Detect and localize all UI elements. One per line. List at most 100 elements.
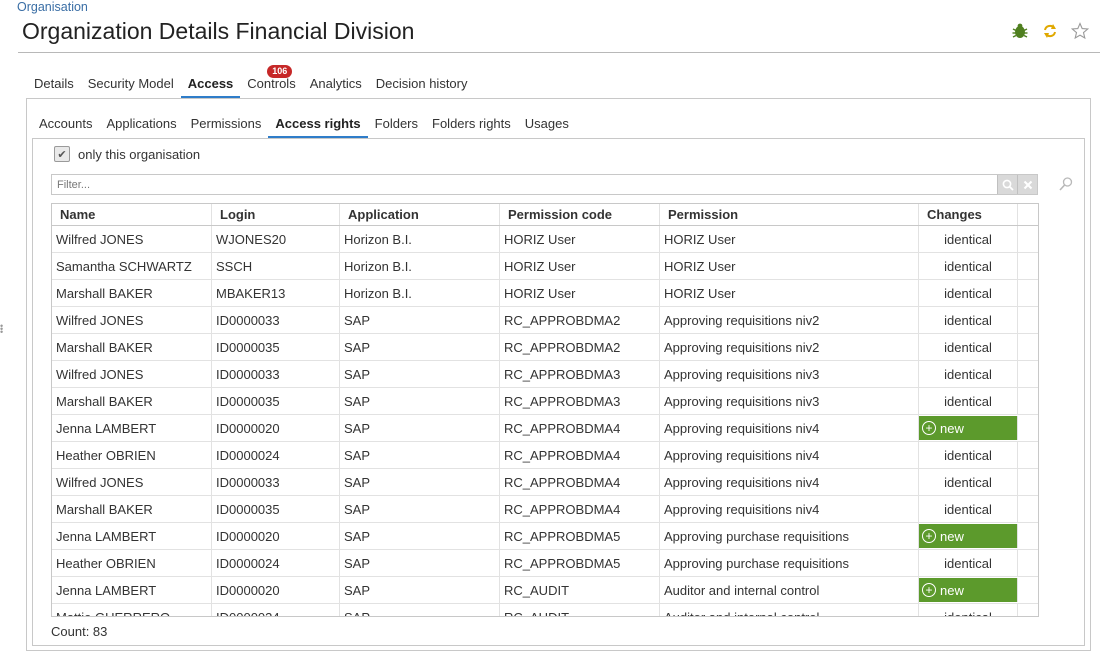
refresh-icon[interactable] bbox=[1040, 21, 1060, 41]
row-count: Count: 83 bbox=[51, 624, 108, 639]
cell-permission-code: HORIZ User bbox=[500, 253, 660, 279]
cell-permission: Approving purchase requisitions bbox=[660, 550, 919, 576]
cell-permission-code: RC_APPROBDMA2 bbox=[500, 334, 660, 360]
table-row[interactable]: Mattie GUERRERO ID0000034 SAP RC_AUDIT Audit… bbox=[52, 604, 1038, 616]
table-row[interactable]: Heather OBRIEN ID0000024 SAP RC_APPROBDMA4 A… bbox=[52, 442, 1038, 469]
cell-application: SAP bbox=[340, 469, 500, 495]
table-row[interactable]: Jenna LAMBERT ID0000020 SAP RC_APPROBDMA5 Ap… bbox=[52, 523, 1038, 550]
cell-permission: Approving purchase requisitions bbox=[660, 523, 919, 549]
cell-changes: identical bbox=[919, 226, 1018, 252]
table-row[interactable]: Marshall BAKER ID0000035 SAP RC_APPROBDMA3 A… bbox=[52, 388, 1038, 415]
column-header-login[interactable]: Login bbox=[212, 204, 340, 225]
tab-access[interactable]: Access bbox=[180, 72, 241, 99]
resize-handle[interactable]: • • • bbox=[0, 322, 3, 337]
tab-access-rights[interactable]: Access rights bbox=[268, 112, 368, 139]
cell-filler bbox=[1018, 442, 1038, 468]
table-row[interactable]: Wilfred JONES ID0000033 SAP RC_APPROBDMA3 Ap… bbox=[52, 361, 1038, 388]
tab-security-model[interactable]: Security Model bbox=[81, 72, 181, 98]
table-row[interactable]: Wilfred JONES ID0000033 SAP RC_APPROBDMA4 Ap… bbox=[52, 469, 1038, 496]
cell-permission-code: HORIZ User bbox=[500, 280, 660, 306]
cell-login: ID0000020 bbox=[212, 415, 340, 441]
cell-application: SAP bbox=[340, 334, 500, 360]
cell-login: ID0000035 bbox=[212, 388, 340, 414]
cell-permission: Approving requisitions niv3 bbox=[660, 388, 919, 414]
tab-details[interactable]: Details bbox=[27, 72, 81, 98]
cell-application: Horizon B.I. bbox=[340, 280, 500, 306]
cell-filler bbox=[1018, 307, 1038, 333]
cell-application: Horizon B.I. bbox=[340, 226, 500, 252]
only-org-option: ✔ only this organisation bbox=[54, 146, 200, 162]
cell-filler bbox=[1018, 577, 1038, 603]
cell-changes: + new bbox=[919, 578, 1018, 602]
cell-name: Marshall BAKER bbox=[52, 388, 212, 414]
cell-application: SAP bbox=[340, 577, 500, 603]
tab-analytics[interactable]: Analytics bbox=[303, 72, 369, 98]
column-header-name[interactable]: Name bbox=[52, 204, 212, 225]
cell-changes: identical bbox=[919, 334, 1018, 360]
cell-login: ID0000035 bbox=[212, 496, 340, 522]
table-body: Wilfred JONES WJONES20 Horizon B.I. HORIZ U… bbox=[52, 226, 1038, 616]
tab-usages[interactable]: Usages bbox=[518, 112, 576, 138]
table-row[interactable]: Wilfred JONES ID0000033 SAP RC_APPROBDMA2 Ap… bbox=[52, 307, 1038, 334]
tab-accounts[interactable]: Accounts bbox=[32, 112, 99, 138]
table-row[interactable]: Marshall BAKER ID0000035 SAP RC_APPROBDMA4 A… bbox=[52, 496, 1038, 523]
cell-changes: identical bbox=[919, 550, 1018, 576]
cell-permission-code: RC_APPROBDMA4 bbox=[500, 496, 660, 522]
tab-controls[interactable]: Controls 106 bbox=[240, 65, 302, 98]
cell-permission: HORIZ User bbox=[660, 253, 919, 279]
table-row[interactable]: Jenna LAMBERT ID0000020 SAP RC_AUDIT Auditor… bbox=[52, 577, 1038, 604]
tab-folders-rights[interactable]: Folders rights bbox=[425, 112, 518, 138]
cell-permission: Auditor and internal control bbox=[660, 604, 919, 616]
table-row[interactable]: Marshall BAKER MBAKER13 Horizon B.I. HORIZ … bbox=[52, 280, 1038, 307]
cell-application: SAP bbox=[340, 361, 500, 387]
cell-application: SAP bbox=[340, 307, 500, 333]
star-icon[interactable] bbox=[1070, 21, 1090, 41]
column-header-permission[interactable]: Permission bbox=[660, 204, 919, 225]
cell-permission: Approving requisitions niv2 bbox=[660, 334, 919, 360]
cell-permission: Approving requisitions niv4 bbox=[660, 469, 919, 495]
close-icon bbox=[1023, 180, 1032, 189]
tab-decision-history[interactable]: Decision history bbox=[369, 72, 475, 98]
cell-filler bbox=[1018, 415, 1038, 441]
cell-changes: identical bbox=[919, 442, 1018, 468]
plus-circle-icon: + bbox=[922, 529, 936, 543]
tab-permissions[interactable]: Permissions bbox=[184, 112, 269, 138]
cell-name: Wilfred JONES bbox=[52, 469, 212, 495]
cell-filler bbox=[1018, 253, 1038, 279]
cell-permission-code: RC_APPROBDMA5 bbox=[500, 523, 660, 549]
cell-name: Heather OBRIEN bbox=[52, 442, 212, 468]
cell-login: ID0000034 bbox=[212, 604, 340, 616]
cell-name: Mattie GUERRERO bbox=[52, 604, 212, 616]
breadcrumb-organisation[interactable]: Organisation bbox=[17, 0, 88, 14]
tab-folders[interactable]: Folders bbox=[368, 112, 425, 138]
cell-permission: HORIZ User bbox=[660, 280, 919, 306]
filter-search-button[interactable] bbox=[997, 175, 1017, 194]
cell-changes: identical bbox=[919, 469, 1018, 495]
cell-permission: Approving requisitions niv4 bbox=[660, 415, 919, 441]
cell-filler bbox=[1018, 388, 1038, 414]
column-header-permission-code[interactable]: Permission code bbox=[500, 204, 660, 225]
filter-input[interactable] bbox=[52, 175, 997, 194]
cell-permission-code: RC_APPROBDMA3 bbox=[500, 361, 660, 387]
cell-name: Heather OBRIEN bbox=[52, 550, 212, 576]
tab-applications[interactable]: Applications bbox=[99, 112, 183, 138]
column-header-application[interactable]: Application bbox=[340, 204, 500, 225]
column-header-changes[interactable]: Changes bbox=[919, 204, 1018, 225]
table-row[interactable]: Jenna LAMBERT ID0000020 SAP RC_APPROBDMA4 Ap… bbox=[52, 415, 1038, 442]
table-row[interactable]: Heather OBRIEN ID0000024 SAP RC_APPROBDMA5 A… bbox=[52, 550, 1038, 577]
cell-filler bbox=[1018, 226, 1038, 252]
bug-icon[interactable] bbox=[1010, 21, 1030, 41]
cell-permission-code: RC_APPROBDMA2 bbox=[500, 307, 660, 333]
cell-application: SAP bbox=[340, 442, 500, 468]
table-row[interactable]: Wilfred JONES WJONES20 Horizon B.I. HORIZ U… bbox=[52, 226, 1038, 253]
table-row[interactable]: Samantha SCHWARTZ SSCH Horizon B.I. HORIZ U… bbox=[52, 253, 1038, 280]
cell-changes: identical bbox=[919, 361, 1018, 387]
secondary-tabs: Accounts Applications Permissions Access… bbox=[32, 112, 576, 139]
cell-permission-code: RC_APPROBDMA5 bbox=[500, 550, 660, 576]
cell-permission-code: RC_AUDIT bbox=[500, 577, 660, 603]
only-org-checkbox[interactable]: ✔ bbox=[54, 146, 70, 162]
table-row[interactable]: Marshall BAKER ID0000035 SAP RC_APPROBDMA2 A… bbox=[52, 334, 1038, 361]
filter-clear-button[interactable] bbox=[1017, 175, 1037, 194]
cell-permission: Approving requisitions niv4 bbox=[660, 442, 919, 468]
advanced-search-icon[interactable] bbox=[1058, 176, 1074, 195]
